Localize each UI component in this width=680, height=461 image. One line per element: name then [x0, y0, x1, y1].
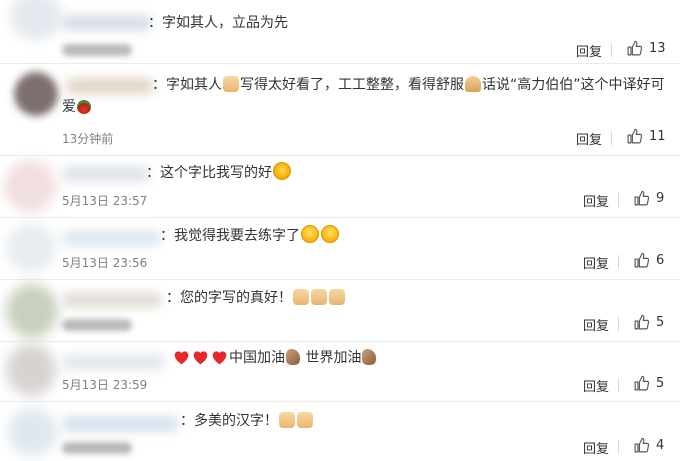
action-separator	[618, 317, 619, 331]
thumbs-up-icon	[633, 252, 650, 269]
like-button[interactable]: 11	[626, 128, 666, 145]
thumbs-up-emoji-icon	[311, 289, 327, 305]
action-separator	[618, 378, 619, 392]
comment-text: ：我觉得我要去练字了	[160, 225, 340, 247]
username[interactable]	[62, 354, 166, 370]
thumbs-up-emoji-icon	[223, 76, 239, 92]
like-button[interactable]: 4	[633, 437, 664, 454]
action-separator	[618, 193, 619, 207]
thumbs-up-emoji-icon	[293, 289, 309, 305]
comment-text-content: ：您的字写的真好！	[166, 290, 292, 306]
action-separator	[611, 131, 612, 145]
reply-button[interactable]: 回复	[576, 129, 602, 148]
like-button[interactable]: 13	[626, 40, 666, 57]
comment-text-part: 话说“高力伯伯”这个中译好可	[482, 77, 665, 93]
comment-time: 13分钟前	[62, 132, 114, 146]
comment-time: 5月13日 23:56	[62, 256, 148, 270]
watermelon-icon	[77, 100, 91, 114]
comment-text-part: ：字如其人	[152, 77, 222, 93]
avatar[interactable]	[8, 408, 58, 456]
heart-icon	[212, 351, 227, 365]
username[interactable]	[66, 78, 154, 94]
comment-item: 中国加油 世界加油 5月13日 23:59 回复 5	[0, 342, 680, 402]
reply-button[interactable]: 回复	[583, 253, 609, 272]
comment-text-content: ：字如其人，立品为先	[148, 15, 288, 31]
comment-text-content: ：我觉得我要去练字了	[160, 228, 300, 244]
comment-text-part: 写得太好看了，工工整整，看得舒服	[240, 77, 464, 93]
comment-item: ：您的字写的真好！ 回复 5	[0, 280, 680, 342]
flexed-biceps-icon	[286, 349, 300, 365]
username[interactable]	[62, 416, 180, 432]
like-button[interactable]: 9	[633, 190, 664, 207]
comment-text: ：这个字比我写的好	[146, 162, 292, 184]
username[interactable]	[62, 166, 150, 182]
comment-time	[62, 442, 132, 454]
thumbs-up-emoji-icon	[297, 412, 313, 428]
comment-time: 5月13日 23:57	[62, 194, 148, 208]
like-count: 13	[649, 41, 666, 56]
tears-of-joy-icon	[321, 225, 339, 243]
comment-text-part: 中国加油	[229, 350, 285, 366]
comment-item: ：我觉得我要去练字了 5月13日 23:56 回复 6	[0, 218, 680, 280]
thumbs-up-emoji-icon	[279, 412, 295, 428]
comment-text: ：字如其人，立品为先	[148, 12, 288, 34]
comment-text-line2: 爱	[62, 96, 92, 118]
thumbs-up-icon	[626, 40, 643, 57]
avatar[interactable]	[6, 344, 56, 396]
like-count: 5	[656, 315, 665, 330]
reply-button[interactable]: 回复	[583, 315, 609, 334]
action-separator	[618, 255, 619, 269]
comment-text-content: ：这个字比我写的好	[146, 165, 272, 181]
avatar[interactable]	[10, 0, 62, 40]
comment-text: 中国加油 世界加油	[172, 347, 377, 369]
comment-item: ：字如其人 写得太好看了，工工整整，看得舒服 话说“高力伯伯”这个中译好可 爱 13…	[0, 64, 680, 156]
like-button[interactable]: 6	[633, 252, 664, 269]
comment-item: ：多美的汉字！ 回复 4	[0, 402, 680, 461]
like-count: 4	[656, 438, 665, 453]
action-separator	[618, 440, 619, 454]
comment-time	[62, 319, 132, 331]
reply-button[interactable]: 回复	[576, 41, 602, 60]
avatar[interactable]	[14, 72, 58, 116]
thumbs-up-icon	[633, 190, 650, 207]
reply-button[interactable]: 回复	[583, 376, 609, 395]
comment-list: ：字如其人，立品为先 回复 13 ：字如其人 写得太好看了，工工整整，看得舒服 话说…	[0, 0, 680, 461]
praying-hands-icon	[465, 76, 481, 92]
flexed-biceps-icon	[362, 349, 377, 365]
like-button[interactable]: 5	[633, 375, 664, 392]
thumbs-up-emoji-icon	[329, 289, 345, 305]
comment-text-part: 爱	[62, 99, 76, 115]
heart-icon	[174, 351, 189, 365]
username[interactable]	[62, 15, 152, 31]
comment-text: ：字如其人 写得太好看了，工工整整，看得舒服 话说“高力伯伯”这个中译好可	[152, 74, 665, 96]
comment-time	[62, 44, 132, 56]
thumbs-up-icon	[633, 314, 650, 331]
username[interactable]	[62, 230, 162, 246]
comment-time: 5月13日 23:59	[62, 378, 148, 392]
tears-of-joy-icon	[301, 225, 319, 243]
action-separator	[611, 43, 612, 57]
thumbs-up-icon	[633, 375, 650, 392]
username[interactable]	[62, 292, 162, 308]
comment-text-content: ：多美的汉字！	[180, 413, 278, 429]
avatar[interactable]	[6, 284, 58, 338]
comment-text: ：您的字写的真好！	[166, 287, 346, 309]
heart-icon	[193, 351, 208, 365]
reply-button[interactable]: 回复	[583, 191, 609, 210]
like-count: 6	[656, 253, 665, 268]
avatar[interactable]	[4, 160, 56, 212]
reply-button[interactable]: 回复	[583, 438, 609, 457]
comment-text-part: 世界加油	[305, 350, 362, 366]
avatar[interactable]	[6, 224, 56, 272]
like-count: 11	[649, 129, 666, 144]
comment-item: ：字如其人，立品为先 回复 13	[0, 0, 680, 64]
like-button[interactable]: 5	[633, 314, 664, 331]
comment-item: ：这个字比我写的好 5月13日 23:57 回复 9	[0, 156, 680, 218]
thinking-face-icon	[273, 162, 291, 180]
comment-text: ：多美的汉字！	[180, 410, 314, 432]
thumbs-up-icon	[633, 437, 650, 454]
like-count: 9	[656, 191, 665, 206]
thumbs-up-icon	[626, 128, 643, 145]
like-count: 5	[656, 376, 665, 391]
